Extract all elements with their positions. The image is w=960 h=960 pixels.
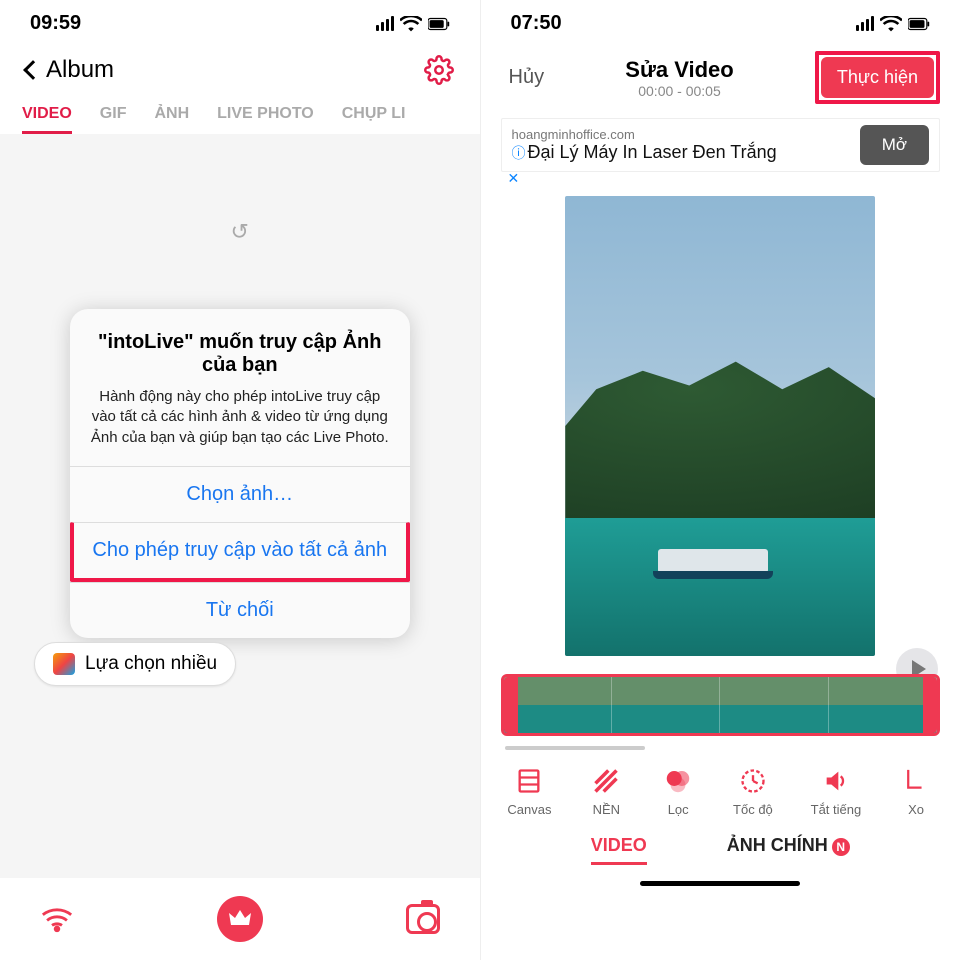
- tool-speed[interactable]: Tốc độ: [733, 764, 773, 817]
- status-bar: 07:50: [481, 0, 960, 41]
- phone-left: 09:59 Album VIDEO GIF ẢNH LIVE PHOTO CHỤ…: [0, 0, 481, 960]
- filter-icon: [661, 764, 695, 798]
- back-label: Album: [46, 56, 114, 84]
- tab-photo[interactable]: ẢNH: [154, 105, 189, 134]
- timeline-strip[interactable]: [501, 674, 941, 736]
- alert-deny-button[interactable]: Từ chối: [70, 582, 410, 638]
- alert-allow-all-button[interactable]: Cho phép truy cập vào tất cả ảnh: [70, 522, 410, 582]
- tool-row: Canvas NỀN Lọc Tốc độ Tắt tiếng Xo: [481, 750, 960, 823]
- tool-mute[interactable]: Tắt tiếng: [811, 764, 862, 817]
- header-title: Sửa Video 00:00 - 00:05: [625, 57, 733, 99]
- tool-canvas[interactable]: Canvas: [507, 764, 551, 817]
- done-highlight: Thực hiện: [815, 51, 940, 104]
- chevron-left-icon: [23, 60, 43, 80]
- cellular-icon: [856, 16, 874, 31]
- btab-video[interactable]: VIDEO: [591, 835, 647, 865]
- clock-icon: [736, 764, 770, 798]
- permission-alert: "intoLive" muốn truy cập Ảnh của bạn Hàn…: [70, 309, 410, 638]
- new-badge: N: [832, 838, 850, 856]
- camera-button-icon[interactable]: [406, 904, 440, 934]
- status-time: 07:50: [511, 12, 562, 35]
- battery-icon: [428, 16, 450, 32]
- cancel-button[interactable]: Hủy: [509, 66, 545, 89]
- crown-button[interactable]: [217, 896, 263, 942]
- ad-info-icon: ⓘ: [512, 145, 526, 161]
- bottom-tabs: VIDEO ẢNH CHÍNHN: [481, 823, 960, 873]
- editor-header: Hủy Sửa Video 00:00 - 00:05 Thực hiện: [481, 41, 960, 114]
- tab-burst[interactable]: CHỤP LI: [342, 105, 406, 134]
- tab-gif[interactable]: GIF: [100, 105, 127, 134]
- status-bar: 09:59: [0, 0, 480, 41]
- status-icons: [856, 16, 930, 32]
- tool-rotate[interactable]: Xo: [899, 764, 933, 817]
- crown-icon: [228, 909, 252, 929]
- alert-body: Hành động này cho phép intoLive truy cập…: [88, 387, 392, 448]
- video-preview[interactable]: [565, 196, 875, 656]
- done-button[interactable]: Thực hiện: [821, 57, 934, 98]
- title-text: Sửa Video: [625, 57, 733, 83]
- multi-select-chip[interactable]: Lựa chọn nhiều: [34, 642, 236, 686]
- canvas-icon: [512, 764, 546, 798]
- crop-icon: [899, 764, 933, 798]
- multi-select-label: Lựa chọn nhiều: [85, 653, 217, 675]
- ad-cta-button[interactable]: Mở: [860, 125, 929, 165]
- media-tabs: VIDEO GIF ẢNH LIVE PHOTO CHỤP LI: [0, 95, 480, 134]
- ad-close-icon[interactable]: ✕: [508, 170, 520, 187]
- alert-choose-button[interactable]: Chọn ảnh…: [70, 466, 410, 522]
- phone-right: 07:50 Hủy Sửa Video 00:00 - 00:05 Thực h…: [481, 0, 960, 960]
- app-logo-icon: [53, 653, 75, 675]
- home-indicator: [640, 881, 800, 886]
- stripes-icon: [589, 764, 623, 798]
- ad-headline: Đại Lý Máy In Laser Đen Trắng: [528, 142, 777, 162]
- loading-icon: ↺: [231, 219, 249, 245]
- tab-livephoto[interactable]: LIVE PHOTO: [217, 105, 314, 134]
- header: Album: [0, 41, 480, 95]
- time-range: 00:00 - 00:05: [625, 83, 733, 99]
- status-time: 09:59: [30, 12, 81, 35]
- tool-filter[interactable]: Lọc: [661, 764, 695, 817]
- back-button[interactable]: Album: [26, 56, 114, 84]
- wifi-icon: [880, 16, 902, 32]
- tab-video[interactable]: VIDEO: [22, 105, 72, 134]
- wifi-icon: [400, 16, 422, 32]
- battery-icon: [908, 16, 930, 32]
- bottom-bar: [0, 878, 480, 960]
- ad-banner[interactable]: hoangminhoffice.com ⓘĐại Lý Máy In Laser…: [501, 118, 941, 172]
- ad-domain: hoangminhoffice.com: [512, 127, 850, 142]
- content-area: ↺ "intoLive" muốn truy cập Ảnh của bạn H…: [0, 134, 480, 878]
- wifi-button-icon[interactable]: [40, 905, 74, 933]
- btab-keyphoto[interactable]: ẢNH CHÍNHN: [727, 835, 850, 865]
- status-icons: [376, 16, 450, 32]
- cellular-icon: [376, 16, 394, 31]
- alert-title: "intoLive" muốn truy cập Ảnh của bạn: [88, 331, 392, 377]
- speaker-icon: [819, 764, 853, 798]
- gear-icon[interactable]: [424, 55, 454, 85]
- tool-background[interactable]: NỀN: [589, 764, 623, 817]
